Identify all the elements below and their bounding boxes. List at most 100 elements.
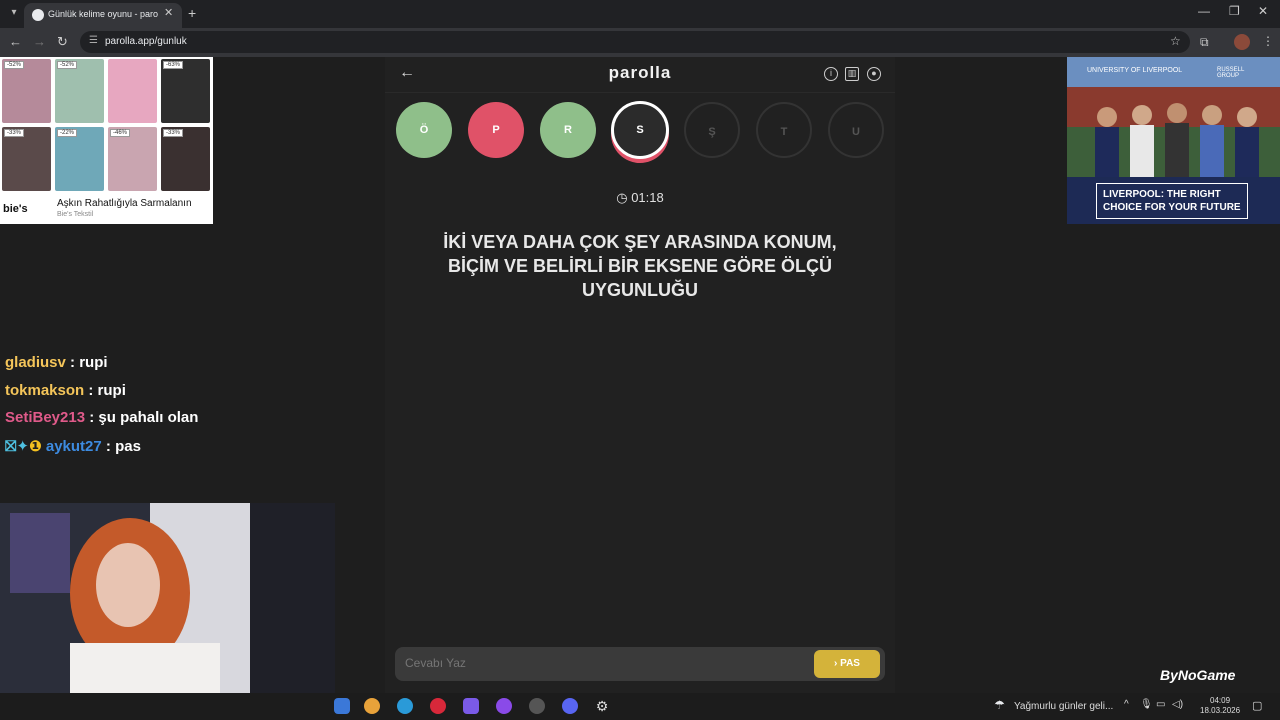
profile-avatar[interactable] — [1234, 34, 1250, 50]
chrome-icon[interactable] — [364, 698, 380, 714]
pass-arrow-icon: › — [834, 658, 838, 669]
ad-brand-logo: bie's — [3, 203, 28, 215]
chat-text: : rupi — [70, 354, 108, 371]
chat-text: : rupi — [88, 382, 126, 399]
ad-product-image: -52% — [55, 59, 104, 123]
active-tab[interactable]: Günlük kelime oyunu - parolla ✕ — [24, 3, 182, 28]
letter-circle-pending: U — [828, 102, 884, 158]
timer: ◷ 01:18 — [385, 190, 895, 206]
clock-time: 04:09 — [1210, 696, 1231, 705]
microphone-icon[interactable]: 🎙 — [1140, 699, 1153, 710]
app-icon[interactable] — [496, 698, 512, 714]
user-icon[interactable]: ● — [867, 67, 881, 81]
pass-label: PAS — [840, 658, 860, 669]
ad-university-label: UNIVERSITY OF LIVERPOOL — [1087, 67, 1183, 74]
ad-headline: LIVERPOOL: THE RIGHT CHOICE FOR YOUR FUT… — [1096, 183, 1248, 219]
weather-icon: ☂ — [994, 698, 1005, 712]
chat-username: gladiusv — [5, 354, 66, 371]
address-bar[interactable]: ☰ parolla.app/gunluk ☆ — [80, 31, 1190, 53]
webcam-image — [0, 503, 335, 693]
ad-product-image: -22% — [55, 127, 104, 191]
menu-icon[interactable]: ⋮ — [1262, 34, 1274, 48]
chat-username: tokmakson — [5, 382, 85, 399]
ad-subtext: Bie's Tekstil — [57, 211, 94, 218]
ad-tagline: Aşkın Rahatlığıyla Sarmalanın — [57, 198, 192, 209]
new-tab-icon[interactable]: + — [188, 5, 196, 21]
discount-badge: -33% — [4, 129, 25, 137]
app-icon[interactable] — [463, 698, 479, 714]
restore-icon[interactable]: ❐ — [1229, 4, 1240, 18]
discount-badge: -52% — [57, 61, 78, 69]
letter-circle-pending: Ş — [684, 102, 740, 158]
close-window-icon[interactable]: ✕ — [1258, 4, 1268, 18]
edge-icon[interactable] — [397, 698, 413, 714]
extensions-icon[interactable]: ⧉ — [1200, 35, 1209, 50]
game-header: ← parolla i ▥ ● — [385, 57, 895, 93]
weather-text[interactable]: Yağmurlu günler geli... — [1014, 701, 1113, 712]
letter-circle-pending: T — [756, 102, 812, 158]
back-icon[interactable]: ← — [9, 34, 22, 49]
pass-button[interactable]: › PAS — [814, 650, 880, 678]
app-icon[interactable] — [529, 698, 545, 714]
ad-product-image: -52% — [2, 59, 51, 123]
tab-title: Günlük kelime oyunu - parolla — [48, 9, 158, 19]
answer-bar: › PAS — [395, 647, 885, 681]
taskbar: ⚙ ☂ Yağmurlu günler geli... ^ 🎙 ▭ ◁) 04:… — [0, 693, 1280, 720]
question-text: İKİ VEYA DAHA ÇOK ŞEY ARASINDA KONUM, Bİ… — [443, 232, 837, 300]
ad-group-label: RUSSELL GROUP — [1217, 67, 1245, 79]
ad-product-image: -46% — [108, 127, 157, 191]
tray-chevron-icon[interactable]: ^ — [1124, 699, 1129, 710]
discount-badge: -22% — [57, 129, 78, 137]
notifications-icon[interactable]: ▢ — [1252, 699, 1262, 712]
opera-icon[interactable] — [430, 698, 446, 714]
badge-icon: ⛝✦ — [5, 438, 29, 455]
chat-text: : şu pahalı olan — [89, 409, 199, 426]
chat-username: SetiBey213 — [5, 409, 86, 426]
chat-message: SetiBey213 : şu pahalı olan — [5, 409, 198, 426]
discount-badge: -33% — [163, 129, 184, 137]
webcam-overlay — [0, 503, 335, 693]
forward-icon[interactable]: → — [33, 34, 46, 49]
ad-product-image — [108, 59, 157, 123]
site-info-icon[interactable]: ☰ — [89, 35, 98, 46]
discord-icon[interactable] — [562, 698, 578, 714]
chat-message: gladiusv : rupi — [5, 354, 108, 371]
letter-circle-correct: R — [540, 102, 596, 158]
game-panel: ← parolla i ▥ ● Ö P R S Ş T U ◷ 01:18 İK… — [385, 57, 895, 693]
bookmark-star-icon[interactable]: ☆ — [1170, 34, 1181, 48]
favicon-icon — [32, 9, 44, 21]
chat-message: tokmakson : rupi — [5, 382, 126, 399]
ad-product-image: -33% — [2, 127, 51, 191]
game-logo: parolla — [608, 63, 672, 82]
discount-badge: -52% — [4, 61, 25, 69]
letter-circle-active: S — [611, 101, 669, 159]
system-clock[interactable]: 04:09 18.03.2026 — [1200, 696, 1240, 716]
url-text: parolla.app/gunluk — [105, 36, 187, 47]
minimize-icon[interactable]: — — [1198, 4, 1210, 18]
right-advertisement[interactable]: UNIVERSITY OF LIVERPOOL RUSSELL GROUP LI… — [1067, 57, 1280, 224]
chat-text: : pas — [105, 438, 141, 455]
app-icon[interactable] — [334, 698, 350, 714]
info-icon[interactable]: i — [824, 67, 838, 81]
badge-icon: ❶ — [28, 438, 42, 455]
tab-search-icon[interactable]: ▾ — [6, 5, 22, 21]
tab-strip: ▾ Günlük kelime oyunu - parolla ✕ + — ❐ … — [0, 0, 1280, 28]
letter-circle-wrong: P — [468, 102, 524, 158]
clock-date: 18.03.2026 — [1200, 706, 1241, 715]
letter-circle-correct: Ö — [396, 102, 452, 158]
network-icon[interactable]: ▭ — [1156, 699, 1165, 710]
discount-badge: -46% — [110, 129, 131, 137]
stats-icon[interactable]: ▥ — [845, 67, 859, 81]
close-tab-icon[interactable]: ✕ — [164, 6, 173, 19]
clock-icon: ◷ — [616, 190, 628, 205]
volume-icon[interactable]: ◁) — [1172, 699, 1183, 710]
chat-username: aykut27 — [45, 438, 102, 455]
watermark: ByNoGame — [1160, 667, 1236, 683]
browser-toolbar: ← → ↻ ☰ parolla.app/gunluk ☆ — [0, 28, 1280, 57]
answer-input[interactable] — [405, 656, 785, 670]
reload-icon[interactable]: ↻ — [57, 34, 68, 50]
settings-gear-icon[interactable]: ⚙ — [594, 698, 610, 714]
discount-badge: -63% — [163, 61, 184, 69]
ad-product-image: -63% — [161, 59, 210, 123]
left-advertisement[interactable]: -52% -52% -63% -33% -22% -46% -33% bie's… — [0, 57, 213, 224]
